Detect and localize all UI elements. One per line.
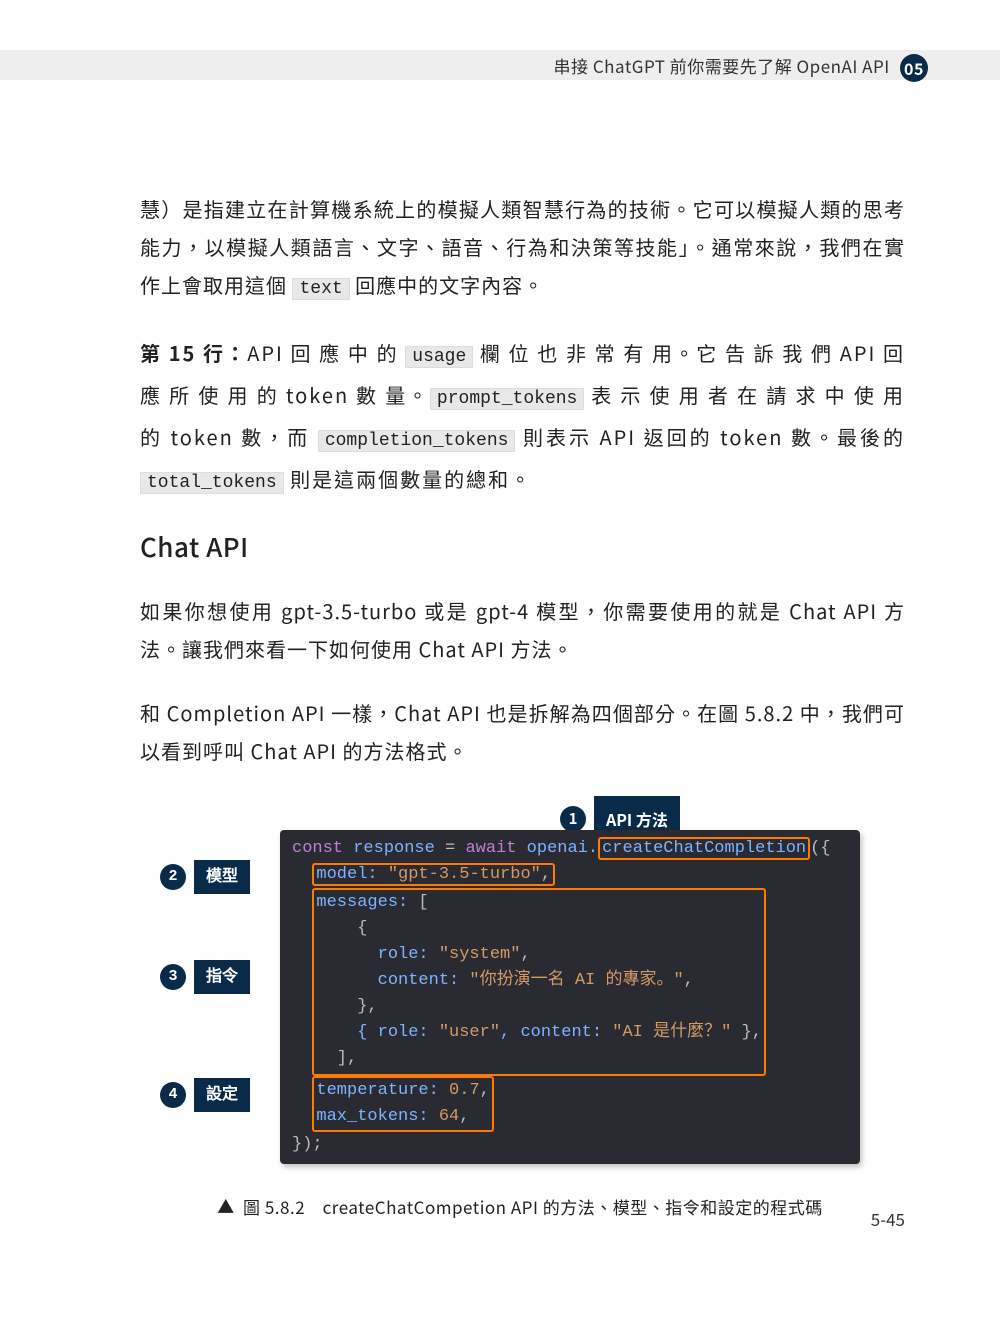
callout-3: 3 指令 — [160, 960, 250, 994]
header-breadcrumb: 串接 ChatGPT 前你需要先了解 OpenAI API 05 — [554, 53, 928, 82]
inline-code-text: text — [292, 278, 349, 300]
callout-2-label: 模型 — [194, 860, 250, 894]
var-response: response — [343, 839, 445, 858]
k-temperature: temperature: — [316, 1081, 438, 1100]
brace-close: }, — [316, 997, 377, 1016]
method-name: createChatCompletion — [602, 839, 806, 858]
page: 串接 ChatGPT 前你需要先了解 OpenAI API 05 慧）是指建立在… — [0, 0, 1000, 1341]
p2-text-e: 則是這兩個數量的總和。 — [284, 464, 532, 493]
box-messages: messages: [ { role: "system", content: "… — [312, 888, 766, 1076]
comma10: , — [480, 1081, 490, 1100]
k-role: role: — [316, 945, 428, 964]
p2-text-a: API 回 應 中 的 — [247, 338, 405, 367]
eq: = — [445, 839, 455, 858]
callout-3-label: 指令 — [194, 960, 250, 994]
figure-5-8-2: 1 API 方法 2 模型 3 指令 4 設定 const response =… — [160, 796, 880, 1226]
page-number: 5-45 — [871, 1206, 905, 1231]
callout-4-number: 4 — [160, 1082, 186, 1108]
k-model: model: — [316, 865, 377, 884]
comma6: , — [684, 971, 694, 990]
callout-1-number: 1 — [560, 806, 586, 832]
k-content2: , content: — [500, 1023, 602, 1042]
content-area: 慧）是指建立在計算機系統上的模擬人類智慧行為的技術。它可以模擬人類的思考能力，以… — [140, 190, 905, 1226]
k-maxtokens: max_tokens: — [316, 1107, 428, 1126]
brace-open: { — [316, 919, 367, 938]
open-paren: ({ — [810, 839, 830, 858]
caption-triangle-icon: ▲ — [217, 1187, 235, 1225]
k-role2: { role: — [316, 1023, 428, 1042]
openai-dot: openai. — [516, 839, 598, 858]
kw-await: await — [455, 839, 516, 858]
inline-code-total-tokens: total_tokens — [140, 472, 284, 494]
code-line-12: }); — [292, 1132, 848, 1158]
p1-text-b: 回應中的文字內容。 — [350, 270, 544, 299]
inline-code-prompt-tokens: prompt_tokens — [430, 388, 584, 410]
chapter-badge: 05 — [900, 54, 928, 82]
p2-text-d: 則表示 API 返回的 token 數。最後的 — [515, 422, 905, 451]
kw-const: const — [292, 839, 343, 858]
bracket-close: ], — [316, 1049, 357, 1068]
comma5: , — [520, 945, 530, 964]
v-role-system: "system" — [429, 945, 521, 964]
box-model: model: "gpt-3.5-turbo", — [312, 863, 555, 886]
comma: , — [541, 865, 551, 884]
v-model: "gpt-3.5-turbo" — [378, 865, 541, 884]
caption-text: 圖 5.8.2 createChatCompetion API 的方法、模型、指… — [239, 1194, 823, 1219]
p2-bold: 第 15 行： — [140, 338, 247, 367]
close-all: }); — [292, 1135, 323, 1154]
code-line-1: const response = await openai.createChat… — [292, 836, 848, 862]
paragraph-4: 和 Completion API 一樣，Chat API 也是拆解為四個部分。在… — [140, 694, 905, 770]
v-content-user: "AI 是什麼？" — [602, 1023, 731, 1042]
v-temperature: 0.7 — [439, 1081, 480, 1100]
paragraph-2: 第 15 行：API 回 應 中 的 usage 欄 位 也 非 常 有 用。它… — [140, 334, 905, 502]
callout-4-label: 設定 — [194, 1078, 250, 1112]
box-settings: temperature: 0.7, max_tokens: 64, — [312, 1076, 493, 1132]
brace-close2: }, — [731, 1023, 762, 1042]
callout-3-number: 3 — [160, 964, 186, 990]
code-line-2: model: "gpt-3.5-turbo", — [292, 862, 848, 888]
k-content: content: — [316, 971, 459, 990]
callout-2: 2 模型 — [160, 860, 250, 894]
code-block: 2 模型 3 指令 4 設定 const response = await op… — [280, 830, 860, 1164]
callout-row-top: 1 API 方法 — [160, 796, 880, 830]
code-line-3: messages: [ { role: "system", content: "… — [292, 888, 848, 1076]
section-heading-chat-api: Chat API — [140, 528, 905, 566]
bracket-open: [ — [408, 893, 428, 912]
v-role-user: "user" — [429, 1023, 500, 1042]
v-maxtokens: 64 — [429, 1107, 460, 1126]
k-messages: messages: — [316, 893, 408, 912]
code-line-10: temperature: 0.7, max_tokens: 64, — [292, 1076, 848, 1132]
paragraph-3: 如果你想使用 gpt-3.5-turbo 或是 gpt-4 模型，你需要使用的就… — [140, 592, 905, 668]
paragraph-1: 慧）是指建立在計算機系統上的模擬人類智慧行為的技術。它可以模擬人類的思考能力，以… — [140, 190, 905, 308]
inline-code-completion-tokens: completion_tokens — [318, 430, 516, 452]
comma11: , — [459, 1107, 469, 1126]
v-content-system: "你扮演一名 AI 的專家。" — [459, 971, 683, 990]
breadcrumb-text: 串接 ChatGPT 前你需要先了解 OpenAI API — [554, 53, 890, 78]
box-method: createChatCompletion — [598, 837, 810, 860]
figure-caption: ▲ 圖 5.8.2 createChatCompetion API 的方法、模型… — [160, 1188, 880, 1226]
inline-code-usage: usage — [405, 346, 473, 368]
callout-2-number: 2 — [160, 864, 186, 890]
callout-4: 4 設定 — [160, 1078, 250, 1112]
